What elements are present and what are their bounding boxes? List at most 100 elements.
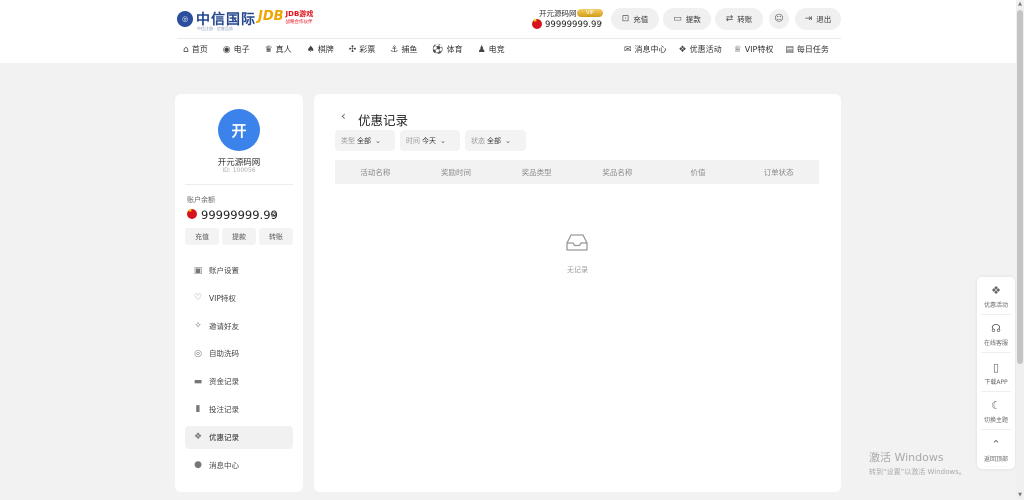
back-chevron-icon[interactable]: ‹: [341, 109, 346, 123]
sidebar-item-vip[interactable]: ♡ VIP特权: [185, 287, 293, 310]
rebate-icon: ◎: [194, 348, 202, 359]
logout-icon: ⇥: [804, 14, 813, 24]
sidebar-user-id: ID: 100056: [222, 167, 256, 174]
headset-icon: ☊: [991, 322, 1001, 335]
currency-flag-icon: [187, 208, 197, 219]
float-label: 切换主题: [983, 417, 1008, 424]
windows-activation-watermark: 激活 Windows 转到“设置”以激活 Windows。: [869, 449, 966, 477]
live-icon: ♛: [264, 44, 273, 55]
nav-item-fishing[interactable]: ⚓ 捕鱼: [390, 44, 417, 55]
sidebar-item-label: 优惠记录: [209, 432, 239, 442]
sidebar-item-label: 资金记录: [209, 377, 239, 387]
page-scrollbar[interactable]: ▲ ▼: [1016, 0, 1024, 500]
sidebar-item-invite[interactable]: ✧ 邀请好友: [185, 315, 293, 338]
scroll-down-icon[interactable]: ▼: [1016, 492, 1024, 498]
sidebar-item-rebate[interactable]: ◎ 自助洗码: [185, 342, 293, 365]
scroll-up-icon[interactable]: ▲: [1016, 1, 1024, 7]
filter-key: 时间: [406, 136, 420, 145]
sidebar-item-funds[interactable]: ▬ 资金记录: [185, 370, 293, 393]
column-header: 活动名称: [360, 167, 391, 177]
float-support-button[interactable]: ☊ 在线客服: [977, 322, 1015, 347]
sidebar-divider: [185, 184, 293, 185]
page-title: 优惠记录: [358, 113, 409, 128]
sidebar-item-bets[interactable]: ▮ 投注记录: [185, 398, 293, 421]
sidebar-item-label: 邀请好友: [209, 321, 239, 331]
nav-item-lottery[interactable]: ✣ 彩票: [349, 44, 376, 55]
vip-heart-icon: ♡: [193, 293, 203, 304]
user-avatar-button[interactable]: ☺: [769, 9, 789, 29]
scrollbar-thumb[interactable]: [1017, 10, 1023, 364]
nav-item-slots[interactable]: ◉ 电子: [223, 44, 250, 55]
sidebar-deposit-button[interactable]: 充值: [185, 228, 219, 245]
transfer-button[interactable]: ⇄ 转账: [715, 8, 763, 30]
promo-records-panel: ‹ 优惠记录 类型 全部 ⌄ 时间 今天 ⌄ 状态 全部 ⌄ 活动名称 奖励时间…: [314, 94, 841, 492]
deposit-button[interactable]: ⊡ 充值: [611, 8, 659, 30]
partner-logo-title: JDB游戏: [285, 10, 314, 18]
float-theme-button[interactable]: ☾ 切换主题: [977, 399, 1015, 424]
sidebar-item-promo-records[interactable]: ❖ 优惠记录: [185, 425, 293, 449]
partner-logo-mark: JDB: [258, 9, 284, 24]
float-label: 优惠活动: [983, 302, 1008, 309]
sidebar-item-label: 自助洗码: [209, 349, 239, 359]
sports-icon: ⚽: [432, 44, 444, 55]
nav-label: 首页: [191, 45, 208, 54]
nav-item-vip[interactable]: ♕ VIP特权: [734, 44, 774, 55]
deposit-label: 充值: [633, 14, 649, 24]
watermark-title: 激活 Windows: [869, 451, 944, 464]
cards-icon: ♠: [306, 44, 315, 55]
nav-label: 消息中心: [634, 45, 667, 54]
user-icon: ☺: [774, 14, 784, 24]
float-divider: [981, 314, 1011, 315]
float-promotions-button[interactable]: ❖ 优惠活动: [977, 284, 1015, 309]
sidebar-item-label: VIP特权: [209, 293, 236, 303]
gift-icon: ❖: [678, 44, 687, 55]
nav-item-esports[interactable]: ♟ 电竞: [478, 44, 505, 55]
sidebar-item-messages[interactable]: ● 消息中心: [185, 454, 293, 477]
fish-icon: ⚓: [390, 44, 399, 55]
floating-toolbar: ❖ 优惠活动 ☊ 在线客服 ▯ 下载APP ☾ 切换主题 ⌃ 返回顶部: [977, 277, 1015, 469]
invite-icon: ✧: [194, 321, 202, 332]
sidebar-withdraw-button[interactable]: 提款: [222, 228, 256, 245]
withdraw-label: 提款: [685, 14, 701, 24]
moon-icon: ☾: [991, 399, 1001, 412]
message-icon: ●: [194, 460, 202, 471]
nav-item-live[interactable]: ♛ 真人: [265, 44, 292, 55]
balance-value: 99999999.99: [201, 208, 278, 222]
float-download-app-button[interactable]: ▯ 下载APP: [977, 361, 1015, 386]
gift-icon: ❖: [193, 432, 203, 443]
float-back-to-top-button[interactable]: ⌃ 返回顶部: [977, 438, 1015, 463]
nav-item-promotions[interactable]: ❖ 优惠活动: [679, 44, 722, 55]
refresh-icon[interactable]: ↻: [596, 19, 603, 28]
nav-item-home[interactable]: ⌂ 首页: [183, 44, 208, 55]
vip-badge: VIP: [577, 9, 603, 17]
nav-divider: [177, 38, 841, 39]
transfer-label: 转账: [737, 14, 753, 24]
filter-time-select[interactable]: 时间 今天 ⌄: [400, 130, 460, 151]
nav-item-cards[interactable]: ♠ 棋牌: [307, 44, 334, 55]
sidebar-transfer-button[interactable]: 转账: [259, 228, 293, 245]
message-icon: ✉: [624, 44, 632, 55]
nav-item-tasks[interactable]: ▤ 每日任务: [785, 44, 829, 55]
site-logo[interactable]: ◎ 中信国际 中信注册 · 信誉品质: [177, 9, 256, 31]
sidebar-item-label: 投注记录: [209, 404, 239, 414]
chevron-up-icon: ⌃: [991, 438, 1001, 451]
nav-label: 电竞: [488, 45, 505, 54]
lottery-icon: ✣: [348, 44, 357, 55]
header: ◎ 中信国际 中信注册 · 信誉品质 JDB JDB游戏 战略合作伙伴 开元源码…: [0, 0, 1016, 63]
table-header: 活动名称 奖励时间 奖品类型 奖品名称 价值 订单状态: [335, 160, 819, 184]
balance-label: 账户余额: [187, 196, 215, 204]
logout-button[interactable]: ⇥ 退出: [795, 8, 841, 30]
nav-item-sports[interactable]: ⚽ 体育: [432, 44, 462, 55]
empty-inbox-icon: [566, 234, 588, 251]
filter-value: 全部: [487, 136, 501, 145]
nav-item-messages[interactable]: ✉ 消息中心: [624, 44, 667, 55]
sidebar-item-account-settings[interactable]: ▣ 账户设置: [185, 259, 293, 282]
sidebar-item-label: 消息中心: [209, 460, 239, 470]
nav-label: 真人: [275, 45, 292, 54]
hide-balance-icon[interactable]: ⊘: [270, 210, 277, 219]
withdraw-button[interactable]: ▭ 提款: [663, 8, 711, 30]
account-sidebar: 开 开元源码网 ID: 100056 账户余额 99999999.99 ⊘ 充值…: [175, 94, 303, 492]
filter-status-select[interactable]: 状态 全部 ⌄: [465, 130, 526, 151]
filter-type-select[interactable]: 类型 全部 ⌄: [335, 130, 395, 151]
filter-value: 今天: [422, 136, 436, 145]
